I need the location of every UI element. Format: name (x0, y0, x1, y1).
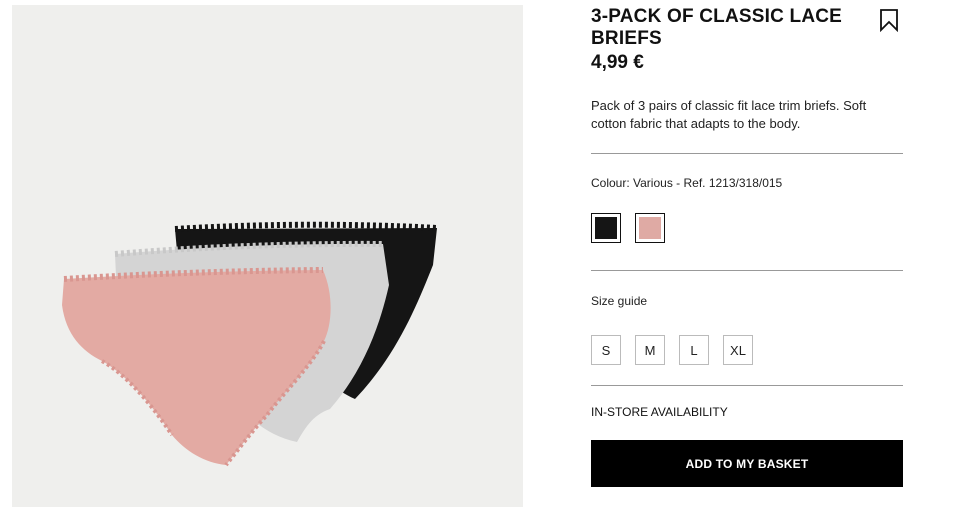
product-price: 4,99 € (591, 52, 644, 73)
product-photo-briefs (62, 221, 438, 467)
colour-reference: Colour: Various - Ref. 1213/318/015 (591, 176, 783, 190)
bookmark-icon[interactable] (878, 8, 900, 33)
in-store-availability-link[interactable]: IN-STORE AVAILABILITY (591, 405, 728, 419)
size-option-l[interactable]: L (679, 335, 709, 365)
colour-swatch-black[interactable] (591, 213, 621, 243)
divider (591, 385, 903, 386)
size-option-s[interactable]: S (591, 335, 621, 365)
product-image[interactable] (12, 5, 523, 507)
size-option-m[interactable]: M (635, 335, 665, 365)
divider (591, 270, 903, 271)
size-guide-link[interactable]: Size guide (591, 294, 647, 308)
product-description: Pack of 3 pairs of classic fit lace trim… (591, 98, 867, 131)
product-title: 3-PACK OF CLASSIC LACE BRIEFS (591, 6, 843, 49)
divider (591, 153, 903, 154)
size-option-xl[interactable]: XL (723, 335, 753, 365)
add-to-basket-button[interactable]: ADD TO MY BASKET (591, 440, 903, 487)
colour-swatch-pink[interactable] (635, 213, 665, 243)
